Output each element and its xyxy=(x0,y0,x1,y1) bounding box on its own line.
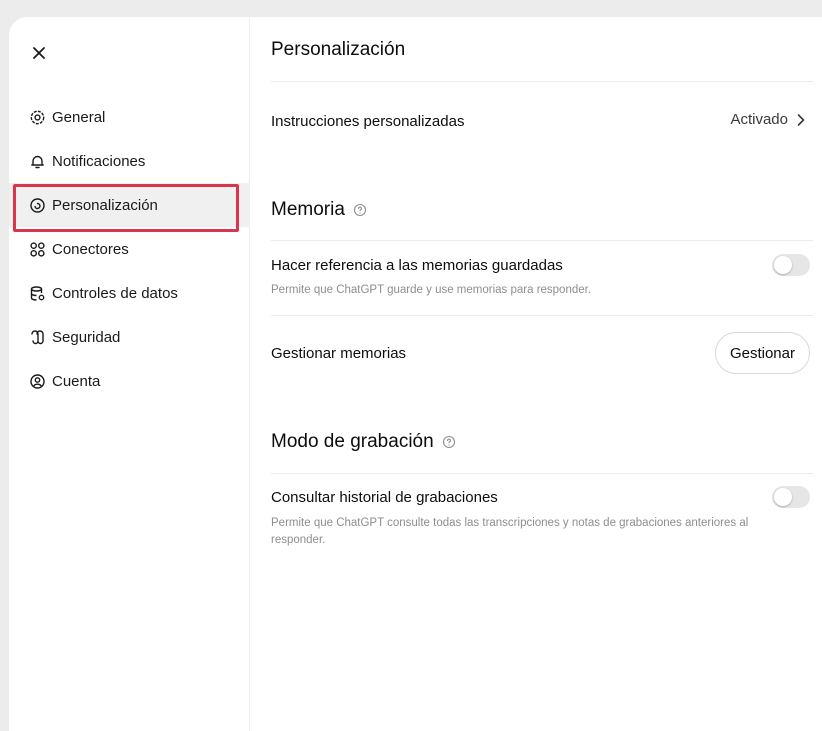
custom-instructions-status: Activado xyxy=(730,111,788,128)
sidebar-item-data-controls[interactable]: Controles de datos xyxy=(9,271,250,315)
reference-memories-description: Permite que ChatGPT guarde y use memoria… xyxy=(271,284,592,296)
manage-memories-label: Gestionar memorias xyxy=(271,345,407,362)
reference-memories-toggle[interactable] xyxy=(772,254,810,276)
info-icon[interactable] xyxy=(353,203,367,217)
memory-title: Memoria xyxy=(271,199,345,220)
divider xyxy=(271,473,813,474)
sidebar-item-label: General xyxy=(52,108,106,126)
toggle-knob xyxy=(774,256,792,274)
sidebar-item-notifications[interactable]: Notificaciones xyxy=(9,139,250,183)
close-icon[interactable] xyxy=(31,45,47,61)
settings-sidebar: General Notificaciones Personalización C… xyxy=(9,17,250,731)
memory-section-title: Memoria xyxy=(271,199,367,221)
database-icon xyxy=(29,285,46,302)
security-icon xyxy=(29,329,46,346)
divider xyxy=(271,315,813,316)
sidebar-item-account[interactable]: Cuenta xyxy=(9,359,250,403)
sidebar-item-security[interactable]: Seguridad xyxy=(9,315,250,359)
settings-nav: General Notificaciones Personalización C… xyxy=(9,95,250,403)
recording-section-title: Modo de grabación xyxy=(271,431,456,453)
custom-instructions-link[interactable]: Activado xyxy=(730,111,806,128)
settings-content: Personalización Instrucciones personaliz… xyxy=(250,17,822,731)
sidebar-item-general[interactable]: General xyxy=(9,95,250,139)
settings-window: General Notificaciones Personalización C… xyxy=(9,17,822,731)
personalization-icon xyxy=(29,197,46,214)
recording-history-toggle[interactable] xyxy=(772,486,810,508)
divider xyxy=(271,240,813,241)
sidebar-item-personalization[interactable]: Personalización xyxy=(9,183,250,232)
sidebar-item-label: Cuenta xyxy=(52,372,101,390)
sidebar-item-label: Notificaciones xyxy=(52,152,146,170)
gear-icon xyxy=(29,109,46,126)
recording-history-label: Consultar historial de grabaciones xyxy=(271,489,498,506)
sidebar-item-label: Controles de datos xyxy=(52,284,178,302)
reference-memories-label: Hacer referencia a las memorias guardada… xyxy=(271,257,563,274)
sidebar-item-label: Conectores xyxy=(52,240,129,258)
connectors-icon xyxy=(29,241,46,258)
chevron-right-icon xyxy=(796,113,806,127)
divider xyxy=(271,81,813,82)
account-icon xyxy=(29,373,46,390)
custom-instructions-label: Instrucciones personalizadas xyxy=(271,113,465,130)
toggle-knob xyxy=(774,488,792,506)
manage-memories-button[interactable]: Gestionar xyxy=(714,332,810,374)
bell-icon xyxy=(29,153,46,170)
sidebar-item-label: Seguridad xyxy=(52,328,121,346)
recording-history-description: Permite que ChatGPT consulte todas las t… xyxy=(271,517,749,546)
sidebar-item-connectors[interactable]: Conectores xyxy=(9,227,250,271)
page-title: Personalización xyxy=(271,39,406,60)
info-icon[interactable] xyxy=(442,435,456,449)
recording-title: Modo de grabación xyxy=(271,431,434,452)
sidebar-item-label: Personalización xyxy=(52,196,158,214)
